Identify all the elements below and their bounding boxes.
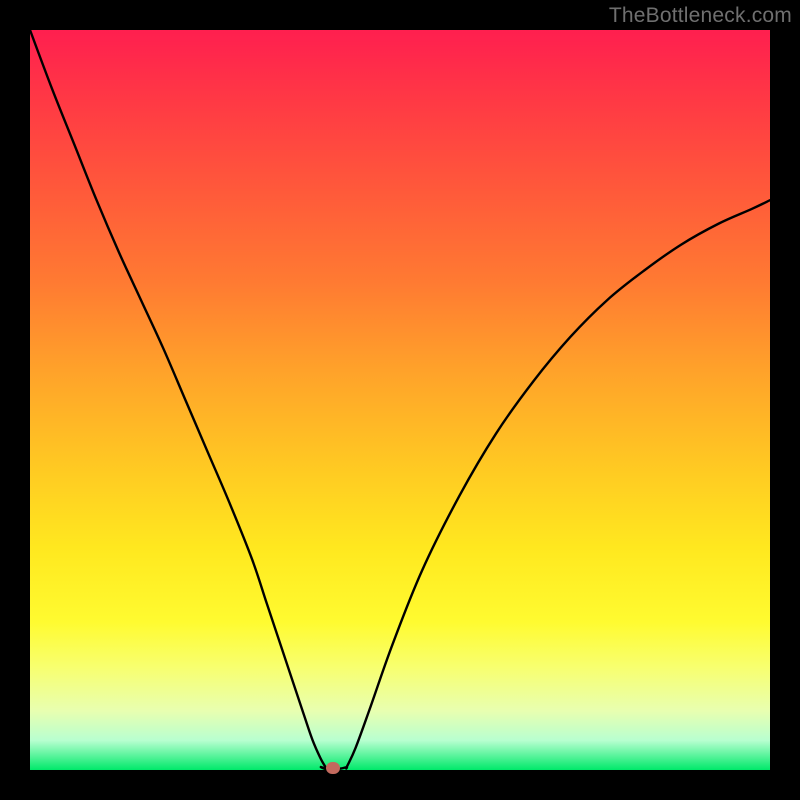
watermark-text: TheBottleneck.com [609,4,792,28]
chart-stage: TheBottleneck.com [0,0,800,800]
minimum-marker [326,762,340,774]
plot-area [30,30,770,770]
curve-layer [30,30,770,770]
bottleneck-curve [30,30,770,769]
